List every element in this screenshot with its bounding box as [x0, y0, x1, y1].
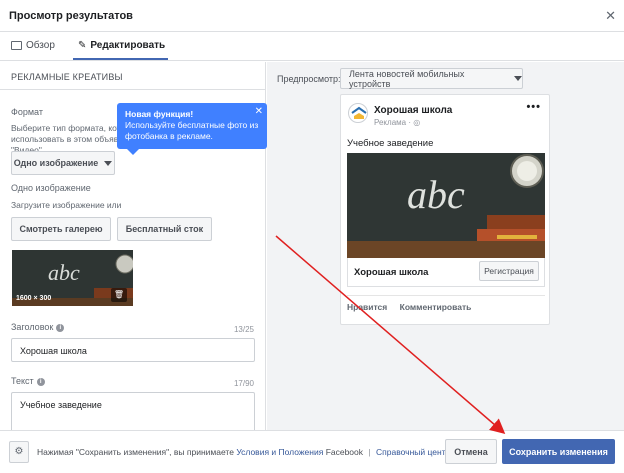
- globe-icon: ◎: [413, 118, 421, 127]
- more-options-icon[interactable]: •••: [526, 101, 541, 113]
- section-divider: [0, 89, 265, 90]
- page-name[interactable]: Хорошая школа: [374, 105, 452, 116]
- link-bar: Хорошая школа Регистрация: [347, 258, 545, 287]
- active-tab-indicator: [73, 58, 168, 60]
- format-label: Формат: [11, 107, 43, 117]
- image-upload-description: Загрузите изображение или: [11, 200, 122, 210]
- close-icon[interactable]: ✕: [255, 106, 263, 117]
- results-preview-dialog: Просмотр результатов ✕ Обзор ✎ Редактиро…: [0, 0, 624, 473]
- sponsored-label: Реклама · ◎: [374, 118, 420, 127]
- help-center-link[interactable]: Справочный центр: [376, 447, 450, 457]
- image-thumbnail[interactable]: abc 1600 × 300 🗑: [12, 250, 133, 306]
- chalkboard-image: abc: [347, 153, 545, 258]
- ad-preview-card: Хорошая школа Реклама · ◎ ••• Учебное за…: [340, 94, 550, 325]
- dialog-footer: ⚙ Нажимая "Сохранить изменения", вы прин…: [0, 430, 624, 473]
- placement-select-value: Лента новостей мобильных устройств: [349, 68, 465, 89]
- tab-overview[interactable]: Обзор: [11, 40, 55, 51]
- post-actions: Нравится Комментировать: [347, 295, 545, 312]
- preview-label: Предпросмотр:: [277, 74, 341, 84]
- tab-edit[interactable]: ✎ Редактировать: [78, 40, 165, 51]
- gear-icon[interactable]: ⚙: [9, 441, 29, 463]
- text-label: Текст i: [11, 376, 45, 386]
- chevron-down-icon: [104, 160, 113, 166]
- gallery-button[interactable]: Смотреть галерею: [11, 217, 111, 241]
- page-logo: [348, 103, 368, 123]
- monitor-icon: [11, 41, 22, 50]
- info-icon[interactable]: i: [56, 323, 65, 332]
- tab-bar: Обзор ✎ Редактировать: [0, 33, 624, 61]
- tab-edit-label: Редактировать: [90, 40, 166, 51]
- headline-label-text: Заголовок: [11, 322, 54, 332]
- terms-suffix: Facebook: [325, 447, 364, 457]
- format-select[interactable]: Одно изображение: [11, 151, 115, 175]
- close-icon[interactable]: ✕: [605, 8, 616, 24]
- text-label-text: Текст: [11, 376, 34, 386]
- format-select-value: Одно изображение: [13, 158, 99, 168]
- tooltip-body: Используйте бесплатные фото из фотобанка…: [125, 120, 259, 141]
- tooltip-title: Новая функция!: [125, 109, 194, 119]
- headline-input[interactable]: Хорошая школа: [11, 338, 255, 362]
- like-action[interactable]: Нравится: [347, 302, 387, 312]
- post-text: Учебное заведение: [347, 138, 434, 149]
- comment-action[interactable]: Комментировать: [400, 302, 472, 312]
- headline-label: Заголовок i: [11, 322, 65, 332]
- section-title: РЕКЛАМНЫЕ КРЕАТИВЫ: [11, 72, 123, 82]
- info-icon[interactable]: i: [36, 377, 45, 386]
- school-logo-icon: [351, 106, 367, 119]
- cancel-button[interactable]: Отмена: [445, 439, 497, 464]
- terms-prefix: Нажимая "Сохранить изменения", вы приним…: [37, 447, 234, 457]
- tab-overview-label: Обзор: [26, 40, 55, 51]
- text-input[interactable]: Учебное заведение: [11, 392, 255, 430]
- cta-button[interactable]: Регистрация: [479, 261, 539, 281]
- image-size-badge: 1600 × 300: [16, 295, 52, 302]
- sponsored-text: Реклама ·: [374, 118, 414, 127]
- placement-select[interactable]: Лента новостей мобильных устройств: [340, 68, 523, 89]
- link-title[interactable]: Хорошая школа: [354, 267, 428, 278]
- single-image-label: Одно изображение: [11, 183, 91, 193]
- svg-text:abc: abc: [407, 172, 465, 217]
- ad-image[interactable]: abc: [347, 153, 545, 258]
- text-counter: 17/90: [233, 379, 254, 388]
- dialog-header: Просмотр результатов ✕: [0, 0, 624, 32]
- pencil-icon: ✎: [78, 40, 87, 51]
- trash-icon[interactable]: 🗑: [111, 288, 127, 302]
- new-feature-tooltip: Новая функция! Используйте бесплатные фо…: [117, 103, 267, 155]
- separator: |: [368, 447, 371, 457]
- tooltip-arrow: [127, 149, 139, 155]
- dialog-title: Просмотр результатов: [9, 10, 133, 22]
- svg-text:abc: abc: [48, 260, 80, 285]
- free-stock-button[interactable]: Бесплатный сток: [117, 217, 212, 241]
- preview-panel: Предпросмотр: Лента новостей мобильных у…: [267, 62, 624, 430]
- terms-text: Нажимая "Сохранить изменения", вы приним…: [37, 447, 450, 457]
- save-changes-button[interactable]: Сохранить изменения: [502, 439, 615, 464]
- chevron-down-icon: [514, 76, 522, 81]
- headline-counter: 13/25: [233, 325, 254, 334]
- terms-link[interactable]: Условия и Положения: [236, 447, 323, 457]
